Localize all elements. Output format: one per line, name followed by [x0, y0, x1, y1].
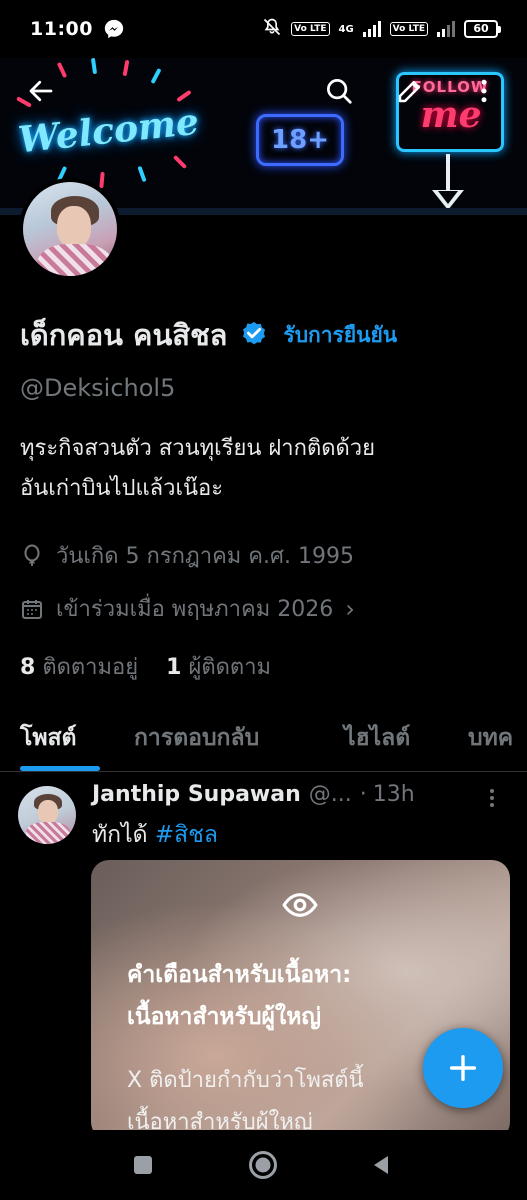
- back-button[interactable]: [21, 71, 61, 111]
- network-type: 4G: [338, 23, 354, 35]
- volte-indicator-1: Vo LTE: [291, 22, 330, 36]
- verified-badge-icon[interactable]: [239, 320, 269, 350]
- post-timestamp[interactable]: 13h: [373, 782, 415, 807]
- post-hashtag[interactable]: #สิชล: [155, 822, 218, 848]
- status-time: 11:00: [30, 18, 93, 40]
- content-warning-title: คำเตือนสำหรับเนื้อหา: เนื้อหาสำหรับผู้ให…: [127, 962, 352, 1030]
- recents-button[interactable]: [128, 1150, 158, 1180]
- post-body: ทักได้: [92, 822, 148, 848]
- post-more-button[interactable]: [484, 786, 500, 810]
- calendar-icon: [22, 599, 42, 619]
- post-separator: ·: [359, 782, 367, 807]
- battery-level: 60: [464, 20, 498, 38]
- birthday-text: วันเกิด 5 กรกฎาคม ค.ศ. 1995: [56, 544, 354, 569]
- post-text: ทักได้ #สิชล: [92, 817, 218, 853]
- battery-icon: 60: [464, 20, 501, 38]
- edit-button[interactable]: [390, 71, 430, 111]
- post-author-name[interactable]: Janthip Supawan: [92, 782, 301, 807]
- following-link[interactable]: 8 ติดตามอยู่: [20, 649, 138, 684]
- pencil-icon: [398, 81, 420, 103]
- arrow-left-icon: [29, 80, 53, 102]
- bio-line-2: อันเก่าบินไปแล้วเน๊อะ: [20, 476, 224, 501]
- signal-icon-2: [437, 21, 455, 37]
- home-button[interactable]: [248, 1150, 278, 1180]
- balloon-icon: [24, 544, 40, 566]
- profile-avatar[interactable]: [19, 178, 121, 280]
- compose-button[interactable]: [423, 1028, 503, 1108]
- joined-text: เข้าร่วมเมื่อ พฤษภาคม 2026: [56, 597, 334, 622]
- messenger-icon: [103, 18, 125, 40]
- profile-bio: ทุระกิจสวนตัว สวนทุเรียน ฝากติดด้วย อันเ…: [20, 429, 510, 509]
- tab-articles[interactable]: บทค: [468, 720, 513, 756]
- tab-highlights[interactable]: ไฮไลต์: [344, 720, 410, 756]
- bio-line-1: ทุระกิจสวนตัว สวนทุเรียน ฝากติดด้วย: [20, 436, 376, 461]
- plus-icon: [449, 1054, 477, 1082]
- square-icon: [134, 1156, 152, 1174]
- tab-replies[interactable]: การตอบกลับ: [134, 720, 259, 756]
- profile-name: เด็กคอน คนสิชล: [20, 318, 228, 352]
- post-author-handle[interactable]: @...: [309, 782, 352, 807]
- profile-handle: @Deksichol5: [20, 374, 176, 402]
- mute-icon: [262, 17, 282, 42]
- search-icon: [327, 79, 352, 104]
- get-verified-link[interactable]: รับการยืนยัน: [283, 319, 397, 352]
- status-indicators: Vo LTE 4G Vo LTE 60: [262, 17, 501, 42]
- content-warning-body: X ติดป้ายกำกับว่าโพสต์นี้ เนื้อหาสำหรับผ…: [127, 1068, 364, 1135]
- more-button[interactable]: [464, 71, 504, 111]
- system-nav-bar: [0, 1130, 527, 1200]
- followers-label: ผู้ติดตาม: [188, 655, 272, 680]
- tab-posts[interactable]: โพสต์: [20, 720, 77, 756]
- triangle-back-icon: [374, 1156, 388, 1174]
- chevron-right-icon: ›: [345, 594, 355, 623]
- more-vertical-icon: [481, 79, 487, 103]
- circle-icon: [249, 1151, 277, 1179]
- follow-stats: 8 ติดตามอยู่ 1 ผู้ติดตาม: [20, 649, 271, 684]
- active-tab-indicator: [20, 766, 100, 771]
- post-author-avatar[interactable]: [18, 786, 76, 844]
- signal-icon-1: [362, 21, 381, 37]
- joined-row[interactable]: เข้าร่วมเมื่อ พฤษภาคม 2026 ›: [20, 591, 355, 626]
- search-button[interactable]: [319, 71, 359, 111]
- profile-name-row: เด็กคอน คนสิชล รับการยืนยัน: [20, 312, 397, 358]
- neon-arrow: [446, 154, 450, 194]
- post-header: Janthip Supawan @... · 13h: [92, 782, 512, 807]
- profile-tabs: โพสต์ การตอบกลับ ไฮไลต์ บทค: [0, 714, 527, 772]
- followers-link[interactable]: 1 ผู้ติดตาม: [166, 649, 271, 684]
- following-count: 8: [20, 655, 36, 680]
- following-label: ติดตามอยู่: [42, 655, 139, 680]
- age-badge: 18+: [256, 114, 344, 166]
- birthday-row: วันเกิด 5 กรกฎาคม ค.ศ. 1995: [20, 538, 354, 573]
- followers-count: 1: [166, 655, 182, 680]
- eye-icon: [282, 893, 318, 917]
- back-nav-button[interactable]: [366, 1150, 396, 1180]
- status-bar: 11:00 Vo LTE 4G Vo LTE 60: [0, 0, 527, 58]
- volte-indicator-2: Vo LTE: [389, 22, 428, 36]
